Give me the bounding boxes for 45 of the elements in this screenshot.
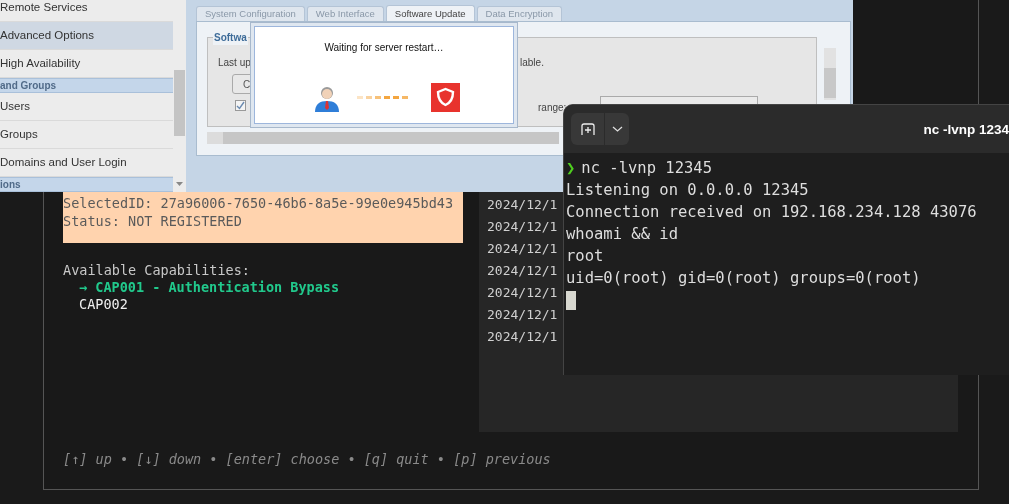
log-line: 2024/12/1: [487, 306, 558, 324]
output-line: whoami && id: [566, 224, 678, 245]
availability-text: lable.: [520, 56, 544, 70]
scrollbar-thumb[interactable]: [174, 70, 185, 136]
sidebar-item[interactable]: Remote Services: [0, 0, 173, 22]
prompt-symbol: ❯: [566, 158, 576, 179]
chevron-down-icon: [611, 126, 623, 132]
range-label: range:: [538, 101, 567, 115]
log-line: 2024/12/1: [487, 240, 558, 258]
dialog-message: Waiting for server restart…: [323, 41, 445, 55]
scrollbar-thumb[interactable]: [824, 68, 836, 98]
scroll-down-icon[interactable]: [176, 182, 183, 186]
shield-icon: [431, 83, 460, 112]
sidebar-item[interactable]: High Availability: [0, 50, 173, 78]
output-line: root: [566, 246, 604, 267]
sidebar-section-header: ions: [0, 177, 173, 192]
log-line: 2024/12/1: [487, 196, 558, 214]
output-line: Connection received on 192.168.234.128 43076: [566, 202, 977, 223]
last-update-text: Last up: [218, 56, 251, 70]
sidebar-item[interactable]: Groups: [0, 121, 173, 149]
user-icon: [313, 84, 341, 112]
log-line: 2024/12/1: [487, 284, 558, 302]
dropdown-field[interactable]: [600, 96, 758, 104]
sidebar-item[interactable]: Domains and User Login: [0, 149, 173, 177]
capability-item[interactable]: CAP002: [79, 296, 128, 313]
selected-id-text: SelectedID: 27a96006-7650-46b6-8a5e-99e0e945bd43: [63, 194, 454, 212]
sidebar-section-header: and Groups: [0, 78, 173, 93]
tab[interactable]: Software Update: [385, 5, 475, 21]
capabilities-title: Available Capabilities:: [63, 262, 250, 279]
log-line: 2024/12/1: [487, 262, 558, 280]
capability-item[interactable]: → CAP001 - Authentication Bypass: [79, 279, 340, 296]
status-text: Status: NOT REGISTERED: [63, 212, 242, 230]
sidebar-item[interactable]: Users: [0, 93, 173, 121]
checkbox[interactable]: [235, 100, 246, 111]
log-line: 2024/12/1: [487, 328, 558, 346]
keyboard-help-text: [↑] up • [↓] down • [enter] choose • [q] quit • [p] previous: [63, 450, 551, 469]
sidebar-item[interactable]: Advanced Options: [0, 22, 173, 50]
cursor: [566, 291, 576, 310]
output-line: uid=0(root) gid=0(root) groups=0(root): [566, 268, 921, 289]
output-line: Listening on 0.0.0.0 12345: [566, 180, 809, 201]
new-tab-icon: [580, 123, 595, 135]
command-text: nc -lvnp 12345: [581, 158, 712, 179]
fieldset-legend: Softwa: [213, 30, 248, 45]
terminal-title: nc -lvnp 1234: [923, 121, 1009, 139]
log-line: 2024/12/1: [487, 218, 558, 236]
